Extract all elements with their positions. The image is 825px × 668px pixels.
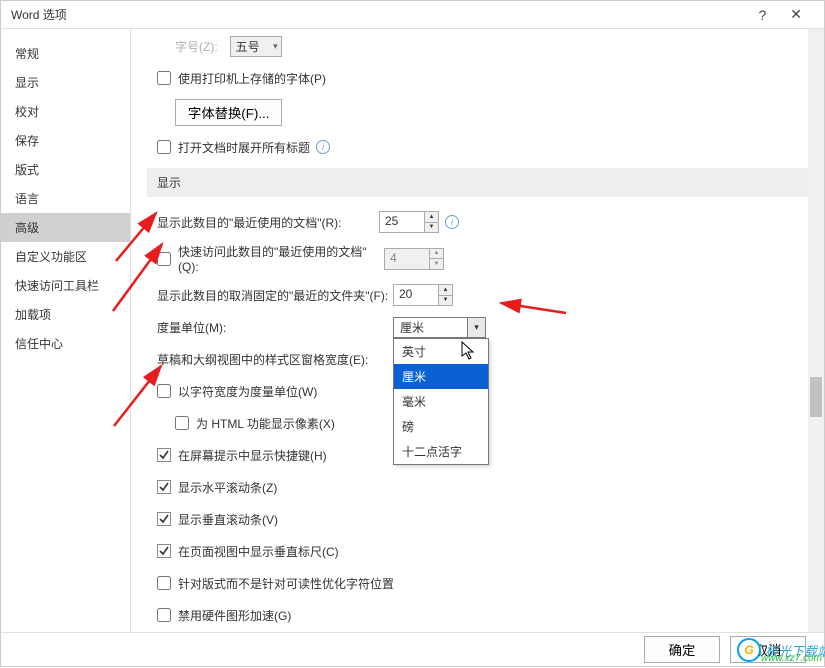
sidebar-item-layout[interactable]: 版式 (1, 155, 130, 184)
font-replace-button[interactable]: 字体替换(F)... (175, 99, 282, 126)
hscroll-label: 显示水平滚动条(Z) (178, 479, 277, 496)
quick-access-spinner: 4 ▲▼ (384, 248, 444, 270)
footer: 确定 取消 (1, 632, 824, 666)
display-section-header: 显示 (147, 168, 808, 197)
html-pixels-checkbox[interactable] (175, 416, 189, 430)
recent-docs-spinner[interactable]: 25 ▲▼ (379, 211, 439, 233)
draft-width-label: 草稿和大纲视图中的样式区窗格宽度(E): (157, 351, 393, 368)
unit-option-mm[interactable]: 毫米 (394, 389, 488, 414)
checked-icon[interactable] (157, 544, 171, 558)
html-pixels-label: 为 HTML 功能显示像素(X) (196, 415, 335, 432)
char-width-label: 以字符宽度为度量单位(W) (178, 383, 317, 400)
chevron-down-icon[interactable]: ▾ (467, 318, 485, 337)
font-size-label: 字号(Z): (175, 38, 218, 55)
hw-accel-label: 禁用硬件图形加速(G) (178, 607, 291, 624)
checked-icon[interactable] (157, 448, 171, 462)
use-printer-fonts-label: 使用打印机上存储的字体(P) (178, 70, 326, 87)
logo-icon: G (737, 638, 761, 662)
spin-up-icon[interactable]: ▲ (439, 285, 452, 296)
sidebar-item-display[interactable]: 显示 (1, 68, 130, 97)
scrollbar-thumb[interactable] (810, 377, 822, 417)
quick-access-checkbox[interactable] (157, 252, 171, 266)
sidebar-item-proofing[interactable]: 校对 (1, 97, 130, 126)
sidebar-item-save[interactable]: 保存 (1, 126, 130, 155)
main-area: 常规 显示 校对 保存 版式 语言 高级 自定义功能区 快速访问工具栏 加载项 … (1, 29, 824, 632)
expand-titles-label: 打开文档时展开所有标题 (178, 139, 310, 156)
window-title: Word 选项 (11, 6, 67, 23)
help-button[interactable]: ? (746, 7, 778, 23)
watermark: G 极光下载站 www.xz7.com (737, 638, 825, 662)
expand-titles-checkbox[interactable] (157, 140, 171, 154)
show-shortcut-label: 在屏幕提示中显示快捷键(H) (178, 447, 327, 464)
close-button[interactable]: ✕ (778, 6, 814, 23)
hw-accel-checkbox[interactable] (157, 608, 171, 622)
recent-docs-label: 显示此数目的"最近使用的文档"(R): (157, 214, 379, 231)
ok-button[interactable]: 确定 (644, 636, 720, 663)
unpinned-spinner[interactable]: 20 ▲▼ (393, 284, 453, 306)
sidebar-item-customize-ribbon[interactable]: 自定义功能区 (1, 242, 130, 271)
sidebar-item-general[interactable]: 常规 (1, 39, 130, 68)
unit-combobox[interactable]: 厘米 ▾ 英寸 厘米 毫米 磅 十二点活字 (393, 317, 486, 338)
readability-checkbox[interactable] (157, 576, 171, 590)
checked-icon[interactable] (157, 480, 171, 494)
spin-up-icon[interactable]: ▲ (425, 212, 438, 223)
readability-label: 针对版式而不是针对可读性优化字符位置 (178, 575, 394, 592)
vruler-label: 在页面视图中显示垂直标尺(C) (178, 543, 339, 560)
checked-icon[interactable] (157, 512, 171, 526)
char-width-checkbox[interactable] (157, 384, 171, 398)
unit-option-pica[interactable]: 十二点活字 (394, 439, 488, 464)
chevron-down-icon: ▾ (273, 41, 278, 52)
unit-option-pt[interactable]: 磅 (394, 414, 488, 439)
spin-down-icon[interactable]: ▼ (439, 296, 452, 306)
sidebar-item-trust-center[interactable]: 信任中心 (1, 329, 130, 358)
use-printer-fonts-checkbox[interactable] (157, 71, 171, 85)
sidebar-item-language[interactable]: 语言 (1, 184, 130, 213)
info-icon: i (445, 215, 459, 229)
vertical-scrollbar[interactable] (808, 29, 824, 632)
unpinned-label: 显示此数目的取消固定的"最近的文件夹"(F): (157, 287, 393, 304)
quick-access-label: 快速访问此数目的"最近使用的文档"(Q): (178, 243, 384, 274)
info-icon: i (316, 140, 330, 154)
font-size-select[interactable]: 五号 ▾ (230, 36, 282, 57)
sidebar: 常规 显示 校对 保存 版式 语言 高级 自定义功能区 快速访问工具栏 加载项 … (1, 29, 131, 632)
sidebar-item-addins[interactable]: 加载项 (1, 300, 130, 329)
content-pane: 字号(Z): 五号 ▾ 使用打印机上存储的字体(P) 字体替换(F)... 打开… (131, 29, 824, 632)
cursor-icon (461, 341, 477, 361)
sidebar-item-quick-access[interactable]: 快速访问工具栏 (1, 271, 130, 300)
vscroll-label: 显示垂直滚动条(V) (178, 511, 278, 528)
titlebar: Word 选项 ? ✕ (1, 1, 824, 29)
sidebar-item-advanced[interactable]: 高级 (1, 213, 130, 242)
unit-label: 度量单位(M): (157, 319, 393, 336)
unit-option-cm[interactable]: 厘米 (394, 364, 488, 389)
spin-down-icon[interactable]: ▼ (425, 223, 438, 233)
